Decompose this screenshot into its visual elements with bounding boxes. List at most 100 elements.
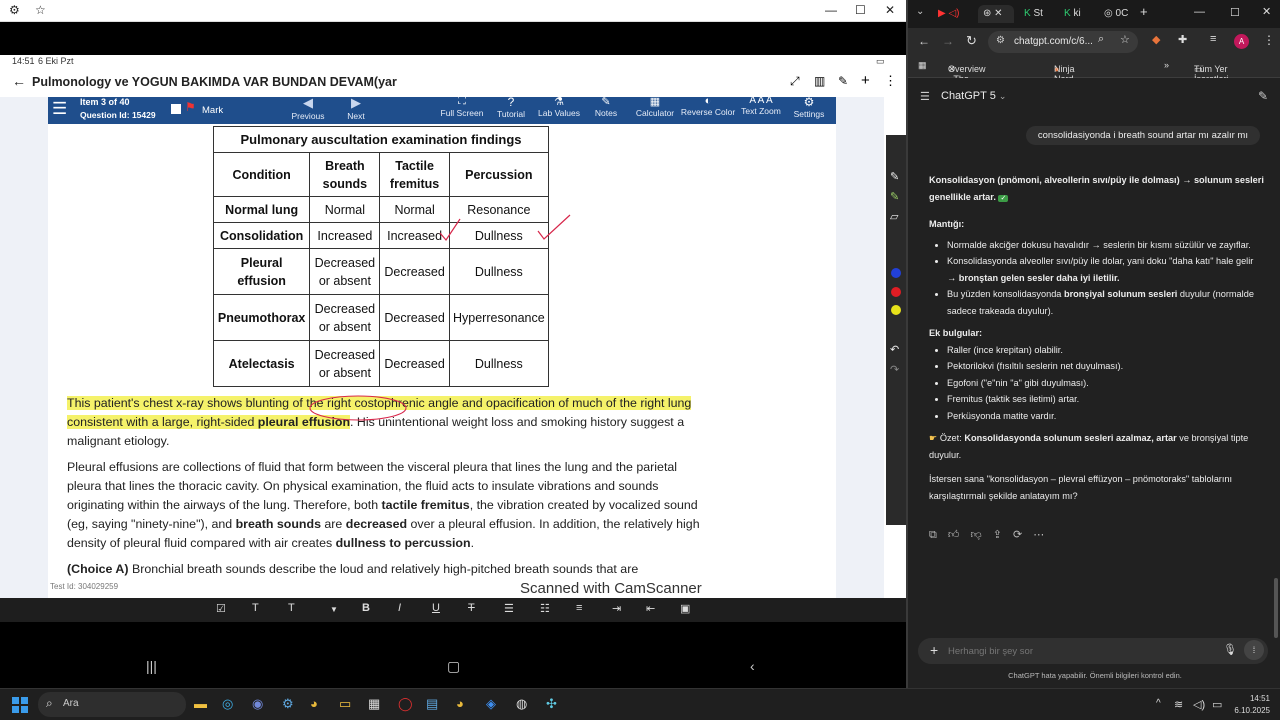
settings-button[interactable]: ⚙ Settings	[788, 97, 830, 119]
forward-icon[interactable]: →	[942, 34, 954, 48]
reload-icon[interactable]: ↻	[966, 33, 977, 49]
menu-icon[interactable]: ☰	[52, 99, 67, 119]
wifi-icon[interactable]: ≋	[1174, 698, 1183, 711]
split-view-icon[interactable]: ▥	[814, 74, 825, 88]
text-icon[interactable]: T	[252, 602, 259, 614]
tab-3[interactable]: ◎ 0C	[1100, 5, 1138, 23]
thumbs-up-icon[interactable]: 👍︎	[948, 529, 960, 541]
attach-plus-icon[interactable]: +	[930, 642, 938, 658]
tab-youtube[interactable]: ▶ ◁)	[938, 5, 972, 23]
color-blue-swatch[interactable]	[891, 268, 901, 278]
explorer-icon[interactable]: ▭	[339, 696, 351, 712]
dropdown-icon[interactable]: ▼	[330, 605, 338, 614]
tab-1[interactable]: K St	[1020, 5, 1058, 23]
indent-icon[interactable]: ⇥	[612, 602, 621, 615]
volume-icon[interactable]: ◁)	[1193, 698, 1205, 711]
minimize-button[interactable]: —	[825, 3, 837, 17]
back-icon[interactable]: ←	[918, 34, 930, 48]
strikethrough-icon[interactable]: T	[468, 602, 475, 614]
avatar[interactable]: A	[1234, 34, 1249, 49]
calculator-app-icon[interactable]: ▦	[368, 696, 380, 712]
mark-checkbox[interactable]	[171, 104, 181, 114]
maximize-button[interactable]: ☐	[855, 3, 866, 17]
checkbox-icon[interactable]: ☑	[216, 602, 226, 615]
redo-icon[interactable]: ↷	[890, 363, 899, 376]
outdent-icon[interactable]: ⇤	[646, 602, 655, 615]
more-bookmarks-icon[interactable]: »	[1164, 60, 1169, 70]
underline-icon[interactable]: U	[432, 602, 440, 614]
microphone-icon[interactable]: 🎙︎	[1223, 643, 1237, 656]
close-button[interactable]: ✕	[1262, 5, 1271, 18]
thumbs-down-icon[interactable]: 👎︎	[970, 529, 981, 541]
previous-button[interactable]: ◀ Previous	[286, 97, 330, 124]
prompt-input[interactable]	[948, 643, 1208, 659]
bold-icon[interactable]: B	[362, 602, 370, 614]
add-icon[interactable]: +	[861, 72, 870, 89]
align-icon[interactable]: ≡	[576, 602, 582, 614]
tab-2[interactable]: K ki	[1060, 5, 1098, 23]
bookmark-star-icon[interactable]: ☆	[1120, 33, 1130, 46]
text-zoom-button[interactable]: A A A Text Zoom	[738, 97, 784, 116]
zoom-icon[interactable]: ⌕	[1098, 33, 1104, 46]
scrollbar[interactable]	[1274, 578, 1278, 638]
recents-icon[interactable]: |||	[146, 658, 157, 674]
file-explorer-icon[interactable]: ▬	[194, 696, 207, 711]
maximize-button[interactable]: ☐	[1230, 6, 1240, 19]
back-icon[interactable]: ‹	[750, 658, 755, 674]
bullet-list-icon[interactable]: ☰	[504, 602, 514, 615]
pen-icon[interactable]: ✎	[890, 170, 899, 183]
text-style-icon[interactable]: T	[288, 602, 295, 614]
notes-button[interactable]: ✎ Notes	[588, 97, 624, 118]
address-bar[interactable]: ⚙ chatgpt.com/c/6...	[988, 31, 1138, 53]
share-icon[interactable]: ⇪	[993, 529, 1002, 541]
tab-chatgpt[interactable]: ⊛ ✕	[978, 5, 1014, 23]
expand-icon[interactable]: ⤢	[790, 74, 800, 89]
mark-label[interactable]: Mark	[202, 105, 223, 116]
undo-icon[interactable]: ↶	[890, 343, 899, 356]
new-tab-button[interactable]: +	[1140, 4, 1148, 19]
color-red-swatch[interactable]	[891, 287, 901, 297]
opera-icon[interactable]: ◯	[398, 696, 413, 712]
clock[interactable]: 14:51 6.10.2025	[1230, 693, 1270, 717]
app2-icon[interactable]: ◈	[486, 696, 496, 712]
settings-icon[interactable]: ⚙	[9, 3, 20, 17]
copy-icon[interactable]: ⧉	[929, 529, 937, 541]
prompt-box[interactable]: + 🎙︎ ⁞	[918, 638, 1268, 664]
chrome-active-icon[interactable]: ◕	[456, 696, 464, 711]
home-icon[interactable]: ▢	[447, 658, 460, 675]
minimize-button[interactable]: —	[1194, 6, 1205, 18]
numbered-list-icon[interactable]: ☷	[540, 602, 550, 615]
sidebar-toggle-icon[interactable]: ☰	[920, 90, 930, 103]
italic-icon[interactable]: I	[398, 602, 401, 614]
pin-icon[interactable]: ☆	[35, 3, 46, 17]
battery-icon[interactable]: ▭	[1212, 698, 1222, 711]
app4-icon[interactable]: ✣	[546, 696, 557, 712]
calculator-button[interactable]: ▦ Calculator	[632, 97, 678, 118]
taskbar-search[interactable]: ⌕ Ara	[38, 692, 186, 717]
extension-icon[interactable]: ◆	[1152, 33, 1160, 46]
tab-menu-icon[interactable]: ⌄	[916, 6, 924, 17]
discord-icon[interactable]: ◉	[252, 696, 263, 712]
store-icon[interactable]: ▤	[426, 696, 438, 712]
reverse-color-button[interactable]: ◐ Reverse Color	[680, 97, 736, 117]
voice-mode-icon[interactable]: ⁞	[1244, 640, 1264, 660]
image-icon[interactable]: ▣	[680, 602, 690, 615]
back-arrow-icon[interactable]: ←	[12, 73, 26, 89]
windows-start-icon[interactable]	[12, 697, 28, 713]
puzzle-icon[interactable]: ✚	[1178, 33, 1187, 46]
tutorial-button[interactable]: ? Tutorial	[490, 97, 532, 119]
chrome-icon[interactable]: ◕	[310, 696, 318, 711]
model-selector[interactable]: ChatGPT 5 ⌄	[941, 90, 1006, 102]
fullscreen-button[interactable]: ⛶ Full Screen	[438, 97, 486, 118]
browser-menu-icon[interactable]: ⋮	[1263, 33, 1275, 47]
more-icon[interactable]: ⋮	[884, 73, 897, 89]
regenerate-icon[interactable]: ⟳	[1013, 529, 1022, 541]
edge-icon[interactable]: ◎	[222, 696, 233, 712]
site-info-icon[interactable]: ⚙	[996, 35, 1005, 46]
next-button[interactable]: ▶ Next	[336, 97, 376, 124]
app3-icon[interactable]: ◍	[516, 696, 527, 712]
apps-icon[interactable]: ▦	[918, 60, 927, 71]
tray-chevron-icon[interactable]: ^	[1156, 698, 1161, 709]
close-button[interactable]: ✕	[885, 3, 895, 17]
more-icon[interactable]: ⋯	[1033, 529, 1044, 541]
